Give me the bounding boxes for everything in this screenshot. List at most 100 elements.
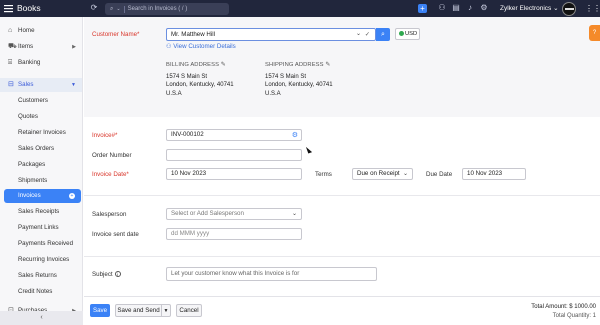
invoice-number-value: INV-000102 xyxy=(171,131,204,138)
sidebar-item-recurring-invoices[interactable]: Recurring Invoices xyxy=(0,253,82,267)
due-date-label: Due Date xyxy=(426,171,453,178)
save-button[interactable]: Save xyxy=(90,304,110,317)
chevron-down-icon: ▼ xyxy=(163,308,169,314)
gear-icon[interactable]: ⚙ xyxy=(292,131,298,140)
notes-icon[interactable]: ▤ xyxy=(451,3,461,13)
invoice-number-label: Invoice#* xyxy=(92,132,118,139)
sidebar-item-items[interactable]: ⛟ Items ▶ xyxy=(0,40,82,54)
clear-icon[interactable]: ✓ xyxy=(365,29,370,40)
user-link-icon: ⚇ xyxy=(166,43,172,50)
invoice-sent-date-input[interactable]: dd MMM yyyy xyxy=(166,228,302,240)
chevron-left-icon: ‹ xyxy=(40,314,43,321)
sidebar-item-shipments[interactable]: Shipments xyxy=(0,174,82,188)
help-tab-button[interactable]: ? xyxy=(589,25,600,41)
salesperson-select[interactable]: Select or Add Salesperson ⌄ xyxy=(166,208,302,220)
search-scope-chevron-icon[interactable]: ⌄ xyxy=(116,3,120,15)
org-name: Zylker Electronics xyxy=(500,5,552,12)
section-divider xyxy=(84,256,600,257)
sidebar-item-label: Banking xyxy=(18,59,41,66)
chevron-down-icon: ⌄ xyxy=(291,211,297,217)
invoice-number-input[interactable]: INV-000102 ⚙ xyxy=(166,129,302,141)
top-bar: Books ⟳ ⌕ ⌄ Search in Invoices ( / ) + ⚇… xyxy=(0,0,600,17)
gear-icon[interactable]: ⚙ xyxy=(479,3,489,13)
sidebar-item-label: Invoices xyxy=(18,192,41,199)
edit-pencil-icon[interactable]: ✎ xyxy=(221,62,226,68)
sidebar-item-label: Retainer Invoices xyxy=(18,129,66,136)
subject-label: Subject i xyxy=(92,271,121,278)
shipping-line: London, Kentucky, 40741 xyxy=(265,82,333,88)
shipping-line: U.S.A xyxy=(265,90,281,97)
bell-icon[interactable]: ♪ xyxy=(465,3,475,13)
chevron-down-icon: ▼ xyxy=(71,82,76,88)
app-brand[interactable]: Books xyxy=(4,3,41,13)
sidebar-item-payments-received[interactable]: Payments Received xyxy=(0,237,82,251)
billing-line: U.S.A xyxy=(166,90,182,97)
section-divider xyxy=(84,195,600,196)
sidebar-item-sales-returns[interactable]: Sales Returns xyxy=(0,269,82,283)
sidebar-item-sales-receipts[interactable]: Sales Receipts xyxy=(0,205,82,219)
customer-section: Customer Name* Mr. Matthew Hill ⌄ ✓ ⌕ US… xyxy=(84,17,600,117)
subject-textarea[interactable]: Let your customer know what this Invoice… xyxy=(166,267,377,281)
sidebar-item-label: Sales xyxy=(18,81,34,88)
menu-icon xyxy=(4,4,13,13)
sidebar-item-packages[interactable]: Packages xyxy=(0,158,82,172)
currency-badge[interactable]: USD xyxy=(395,28,420,40)
customer-search-button[interactable]: ⌕ xyxy=(376,28,390,41)
sidebar-item-invoices[interactable]: Invoices + xyxy=(4,189,81,203)
add-invoice-icon[interactable]: + xyxy=(69,193,75,199)
global-search-input[interactable]: ⌕ ⌄ Search in Invoices ( / ) xyxy=(105,3,229,15)
sidebar-item-label: Shipments xyxy=(18,177,48,184)
due-date-input[interactable]: 10 Nov 2023 xyxy=(462,168,526,180)
sidebar-item-banking[interactable]: ⌸ Banking xyxy=(0,56,82,70)
invoice-date-label: Invoice Date* xyxy=(92,171,129,178)
app-name: Books xyxy=(17,3,41,13)
salesperson-label: Salesperson xyxy=(92,211,127,218)
invoice-form: Customer Name* Mr. Matthew Hill ⌄ ✓ ⌕ US… xyxy=(84,17,600,325)
chevron-down-icon: ⌄ xyxy=(553,5,559,12)
avatar[interactable] xyxy=(562,2,576,16)
sidebar-item-quotes[interactable]: Quotes xyxy=(0,110,82,124)
total-quantity: Total Quantity: 1 xyxy=(552,313,596,319)
sidebar-item-home[interactable]: ⌂ Home xyxy=(0,24,82,38)
info-icon[interactable]: i xyxy=(114,271,121,277)
view-customer-details-link[interactable]: ⚇ View Customer Details xyxy=(166,43,236,50)
sidebar-item-sales-orders[interactable]: Sales Orders xyxy=(0,142,82,156)
currency-status-icon xyxy=(399,31,404,36)
sidebar-item-label: Payments Received xyxy=(18,240,74,247)
sidebar-item-label: Credit Notes xyxy=(18,288,53,295)
invoice-date-input[interactable]: 10 Nov 2023 xyxy=(166,168,302,180)
invoice-sent-date-label: Invoice sent date xyxy=(92,231,139,238)
refresh-icon[interactable]: ⟳ xyxy=(89,3,99,13)
cancel-button[interactable]: Cancel xyxy=(176,304,202,317)
save-options-dropdown[interactable]: ▼ xyxy=(161,304,171,317)
chevron-right-icon: ▶ xyxy=(72,44,76,50)
order-number-input[interactable] xyxy=(166,149,302,161)
sidebar-item-payment-links[interactable]: Payment Links xyxy=(0,221,82,235)
sidebar: ⌂ Home ⛟ Items ▶ ⌸ Banking ⊟ Sales ▼ Cus… xyxy=(0,17,83,325)
sidebar-item-label: Items xyxy=(18,43,34,50)
sidebar-item-sales[interactable]: ⊟ Sales ▼ xyxy=(0,78,82,92)
billing-address-heading: BILLING ADDRESS ✎ xyxy=(166,62,226,68)
customer-select[interactable]: Mr. Matthew Hill ⌄ ✓ xyxy=(166,28,376,41)
sidebar-item-label: Customers xyxy=(18,97,48,104)
apps-grid-icon[interactable]: ⋮⋮ xyxy=(585,4,600,13)
sidebar-item-retainer-invoices[interactable]: Retainer Invoices xyxy=(0,126,82,140)
sidebar-item-credit-notes[interactable]: Credit Notes xyxy=(0,285,82,299)
sidebar-item-label: Quotes xyxy=(18,113,38,120)
help-icon: ? xyxy=(592,30,597,36)
terms-select[interactable]: Due on Receipt ⌄ xyxy=(352,168,413,180)
bank-icon: ⌸ xyxy=(8,59,13,66)
quick-create-button[interactable]: + xyxy=(418,4,427,13)
sidebar-item-customers[interactable]: Customers xyxy=(0,94,82,108)
billing-address: BILLING ADDRESS ✎ 1574 S Main St London,… xyxy=(166,61,234,98)
customer-value: Mr. Matthew Hill xyxy=(171,31,216,38)
search-icon: ⌕ xyxy=(381,31,385,38)
sidebar-item-label: Sales Returns xyxy=(18,272,57,279)
org-switcher[interactable]: Zylker Electronics ⌄ xyxy=(500,4,559,12)
users-icon[interactable]: ⚇ xyxy=(437,3,447,13)
save-and-send-button[interactable]: Save and Send xyxy=(115,304,162,317)
sidebar-collapse-button[interactable]: ‹ xyxy=(0,311,83,325)
shipping-line: 1574 S Main St xyxy=(265,73,307,80)
cart-icon: ⛟ xyxy=(8,43,17,50)
edit-pencil-icon[interactable]: ✎ xyxy=(325,62,330,68)
